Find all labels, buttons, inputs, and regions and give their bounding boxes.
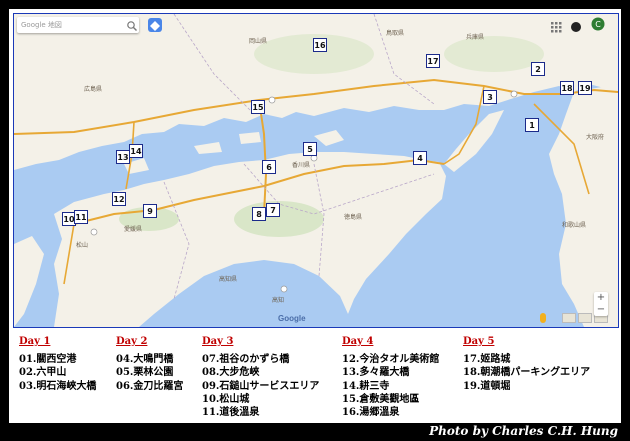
day-column: Day 4 12.今治タオル美術館 13.多々羅大橋 14.耕三寺 15.倉敷美…	[342, 336, 440, 419]
day-title: Day 1	[19, 336, 51, 347]
stop-item: 07.祖谷のかずら橋	[202, 354, 290, 365]
stop-item: 02.六甲山	[19, 367, 67, 379]
map-marker[interactable]: 3	[483, 90, 497, 104]
place-label: 鳥取県	[386, 30, 405, 37]
search-input[interactable]: Google 地図	[17, 20, 125, 30]
map-marker[interactable]: 16	[313, 38, 327, 52]
map-marker[interactable]: 5	[303, 142, 317, 156]
map-view[interactable]: 香川県 徳島県 愛媛県 高知県 岡山県 兵庫県 広島県 大阪府 和歌山県 鳥取県…	[13, 13, 619, 328]
map-marker[interactable]: 1	[525, 118, 539, 132]
place-label: 高知	[272, 297, 285, 304]
place-label: 和歌山県	[562, 222, 587, 229]
place-label: 高知県	[219, 276, 238, 283]
stop-item: 01.關西空港	[19, 354, 77, 365]
notifications-icon[interactable]	[570, 18, 582, 32]
map-marker[interactable]: 12	[112, 192, 126, 206]
map-marker[interactable]: 2	[531, 62, 545, 76]
map-marker[interactable]: 14	[129, 144, 143, 158]
svg-text:C: C	[595, 20, 601, 29]
map-type-thumb-icon[interactable]	[578, 313, 592, 323]
photo-credit: Photo by Charles C.H. Hung	[429, 424, 618, 438]
map-marker[interactable]: 11	[74, 210, 88, 224]
day-column: Day 5 17.姬路城 18.朝潮橋パーキングエリア 19.道頓堀	[463, 336, 591, 392]
day-title: Day 2	[116, 336, 148, 347]
stop-item: 11.道後溫泉	[202, 407, 260, 419]
map-base	[14, 14, 618, 327]
place-label: 広島県	[84, 86, 103, 93]
stop-item: 04.大鳴門橋	[116, 354, 174, 365]
account-avatar-icon[interactable]: C	[591, 16, 605, 31]
stop-item: 17.姬路城	[463, 354, 511, 365]
map-marker[interactable]: 8	[252, 207, 266, 221]
stop-item: 16.湯郷溫泉	[342, 407, 400, 419]
map-marker[interactable]: 7	[266, 203, 280, 217]
place-label: 岡山県	[249, 38, 268, 45]
day-column: Day 3 07.祖谷のかずら橋 08.大步危峽 09.石鎚山サービスエリア 1…	[202, 336, 320, 419]
map-marker[interactable]: 13	[116, 150, 130, 164]
stop-item: 10.松山城	[202, 393, 250, 405]
day-title: Day 5	[463, 336, 495, 347]
pegman-icon[interactable]	[540, 313, 546, 323]
stop-item: 09.石鎚山サービスエリア	[202, 380, 320, 392]
stop-item: 15.倉敷美觀地區	[342, 393, 420, 405]
stop-item: 05.栗林公園	[116, 367, 174, 379]
day-column: Day 1 01.關西空港 02.六甲山 03.明石海峽大橋	[19, 336, 97, 392]
stop-item: 18.朝潮橋パーキングエリア	[463, 367, 591, 379]
stop-item: 19.道頓堀	[463, 380, 511, 392]
map-type-thumb-icon[interactable]	[562, 313, 576, 323]
map-marker[interactable]: 19	[578, 81, 592, 95]
map-marker[interactable]: 15	[251, 100, 265, 114]
place-label: 松山	[76, 242, 89, 249]
itinerary-legend: Day 1 01.關西空港 02.六甲山 03.明石海峽大橋 Day 2 04.…	[13, 332, 617, 427]
stop-item: 03.明石海峽大橋	[19, 380, 97, 392]
stop-item: 08.大步危峽	[202, 367, 260, 379]
zoom-in-button[interactable]: +	[594, 292, 608, 304]
map-marker[interactable]: 6	[262, 160, 276, 174]
day-column: Day 2 04.大鳴門橋 05.栗林公園 06.金刀比羅宮	[116, 336, 184, 392]
place-label: 大阪府	[586, 134, 605, 141]
map-marker[interactable]: 9	[143, 204, 157, 218]
apps-grid-icon[interactable]	[550, 18, 562, 33]
google-attribution: Google	[278, 314, 306, 323]
map-marker[interactable]: 17	[426, 54, 440, 68]
place-label: 香川県	[292, 162, 311, 169]
zoom-control[interactable]: + −	[594, 292, 608, 316]
place-label: 兵庫県	[466, 34, 485, 41]
day-title: Day 4	[342, 336, 374, 347]
stop-item: 13.多々羅大橋	[342, 367, 410, 379]
directions-icon[interactable]	[148, 18, 162, 32]
zoom-out-button[interactable]: −	[594, 304, 608, 316]
stop-item: 14.耕三寺	[342, 380, 390, 392]
place-label: 愛媛県	[124, 226, 143, 233]
search-icon[interactable]	[125, 18, 139, 32]
stop-item: 06.金刀比羅宮	[116, 380, 184, 392]
day-title: Day 3	[202, 336, 234, 347]
map-marker[interactable]: 18	[560, 81, 574, 95]
map-marker[interactable]: 4	[413, 151, 427, 165]
map-search-box[interactable]: Google 地図	[17, 17, 139, 33]
place-label: 徳島県	[344, 214, 363, 221]
stop-item: 12.今治タオル美術館	[342, 354, 440, 365]
